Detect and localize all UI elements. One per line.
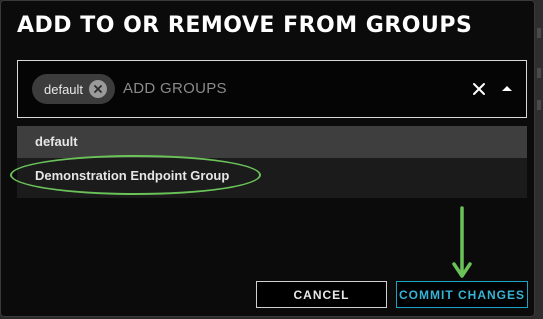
close-icon[interactable] [470, 80, 488, 98]
circle-x-icon[interactable] [89, 80, 108, 98]
option-default[interactable]: default [17, 126, 527, 158]
add-groups-input[interactable]: ADD GROUPS [123, 80, 227, 97]
arrow-down-annotation [452, 206, 472, 278]
selected-group-chip: default [32, 74, 116, 104]
group-options-list: default Demonstration Endpoint Group [17, 126, 527, 198]
group-multiselect[interactable]: default ADD GROUPS [17, 60, 527, 118]
caret-up-icon[interactable] [498, 80, 516, 98]
dialog-title: ADD TO OR REMOVE FROM GROUPS [17, 13, 473, 38]
cancel-button[interactable]: CANCEL [256, 281, 387, 308]
background-page-edge [535, 0, 543, 319]
groups-dialog: ADD TO OR REMOVE FROM GROUPS default ADD… [0, 0, 535, 317]
option-demonstration-endpoint-group[interactable]: Demonstration Endpoint Group [17, 160, 527, 192]
chip-label: default [44, 81, 84, 97]
commit-changes-button[interactable]: COMMIT CHANGES [396, 281, 528, 308]
